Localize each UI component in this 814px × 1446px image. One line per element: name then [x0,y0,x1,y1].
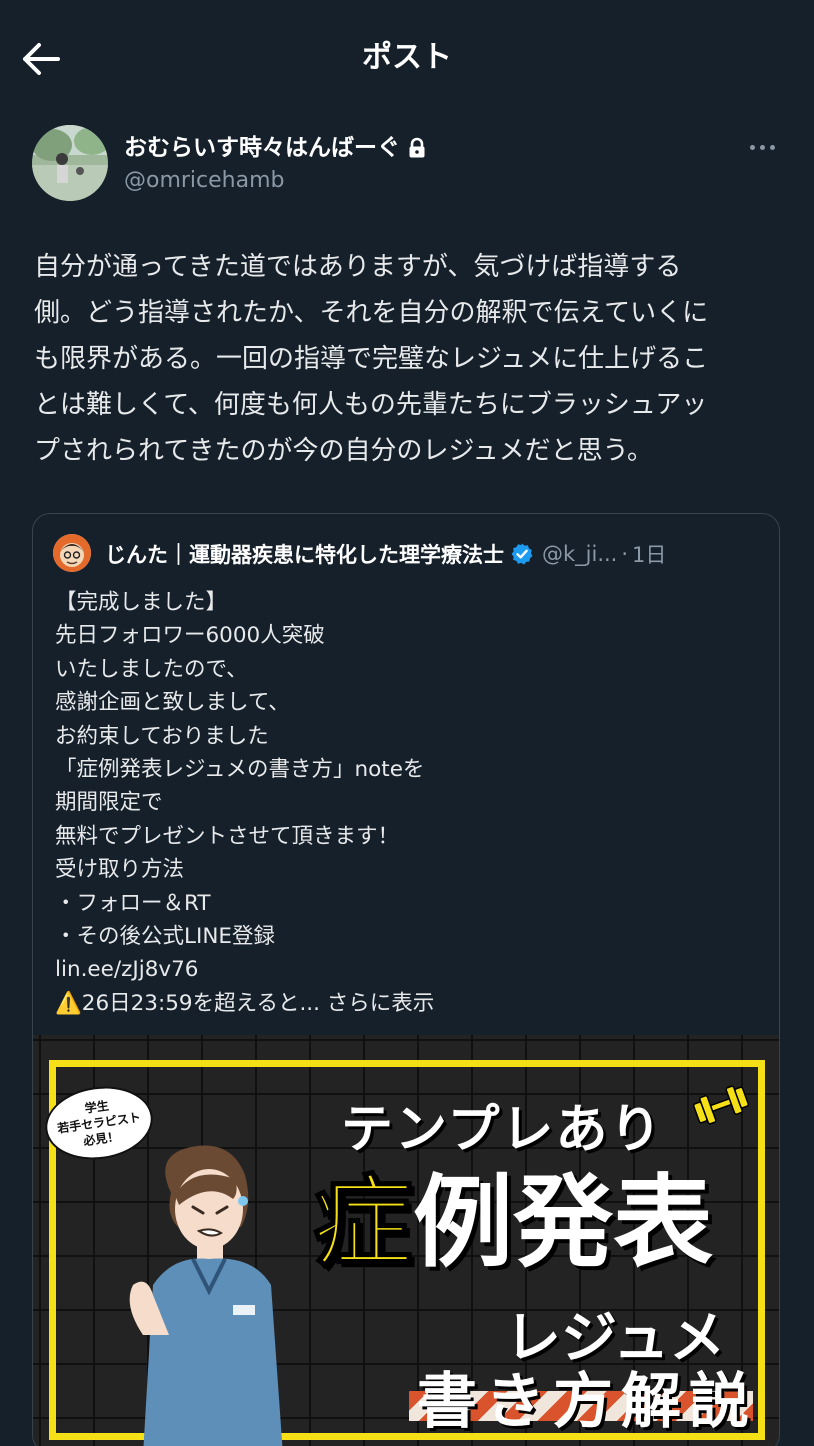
quoted-line: 受け取り方法 [55,857,185,883]
post-line: も限界がある。一回の指導で完璧なレジュメに仕上げるこ [34,344,709,374]
promo-title-line4: 書き方解説 [417,1367,757,1437]
verified-badge-icon [511,543,533,565]
post-text: 自分が通ってきた道ではありますが、気づけば指導する 側。どう指導されたか、それを… [34,244,784,474]
page-title: ポスト [362,40,452,75]
quoted-line: 期間限定で [55,790,163,816]
promo-title-highlight: 症 [312,1163,414,1282]
quoted-last-line: ⚠️26日23:59を超えると... さらに表示 [55,987,755,1020]
quoted-post-time: 1日 [632,543,667,567]
show-more-link[interactable]: さらに表示 [327,991,435,1016]
author-avatar[interactable] [32,125,108,201]
quoted-line: 「症例発表レジュメの書き方」noteを [55,757,425,783]
quoted-line: お約束しておりました [55,723,269,749]
lock-icon [409,137,425,158]
quoted-line: 【完成しました】 [55,590,228,615]
quoted-author-avatar [53,534,91,572]
author-handle[interactable]: @omricehamb [124,166,285,196]
quoted-truncated-text: ⚠️26日23:59を超えると... [55,990,320,1016]
more-horizontal-icon [749,144,755,150]
author-name[interactable]: おむらいす時々はんばーぐ [124,133,426,163]
quoted-post-card[interactable]: じんた｜運動器疾患に特化した理学療法士 @k_ji... · 1日 【完成しまし… [32,513,780,1446]
quoted-post-text: 【完成しました】 先日フォロワー6000人突破 いたしましたので、 感謝企画と致… [55,586,755,1020]
quoted-author-name: じんた｜運動器疾患に特化した理学療法士 [105,543,504,567]
separator-dot: · [621,542,629,566]
quoted-post-header: じんた｜運動器疾患に特化した理学療法士 @k_ji... · 1日 [105,538,666,570]
quoted-author-handle: @k_ji... [542,542,618,566]
quoted-line: ・フォロー＆RT [55,890,211,916]
nurse-illustration [129,1145,283,1446]
quoted-line: ・その後公式LINE登録 [55,924,275,950]
more-options-button[interactable] [744,132,780,162]
quoted-line: いたしましたので、 [55,656,248,682]
top-bar: ポスト [0,0,814,118]
post-line: とは難しくて、何度も何人もの先輩たちにブラッシュアッ [34,390,708,420]
author-name-text: おむらいす時々はんばーぐ [124,135,400,161]
dumbbell-icon [693,1085,749,1125]
post-line: 自分が通ってきた道ではありますが、気づけば指導する [34,252,682,282]
quoted-line: 無料でプレゼントさせて頂きます！ [55,823,400,849]
quoted-media-image[interactable]: 学生 若手セラピスト 必見！ テンプレあり 症例発表 レジュメ 書き方解説 [33,1035,779,1446]
quoted-line: 感謝企画と致しまして、 [55,690,290,716]
quoted-link[interactable]: lin.ee/zJj8v76 [55,953,755,986]
promo-title-line1: テンプレあり [341,1100,664,1160]
post-line: プされられてきたのが今の自分のレジュメだと思う。 [34,436,654,466]
promo-title-line2: 症例発表 [312,1163,713,1283]
more-dot [769,144,775,150]
post-line: 側。どう指導されたか、それを自分の解釈で伝えていくに [34,298,709,328]
quoted-line: 先日フォロワー6000人突破 [55,623,325,649]
more-dot [759,144,765,150]
promo-title-rest: 例発表 [413,1164,713,1281]
